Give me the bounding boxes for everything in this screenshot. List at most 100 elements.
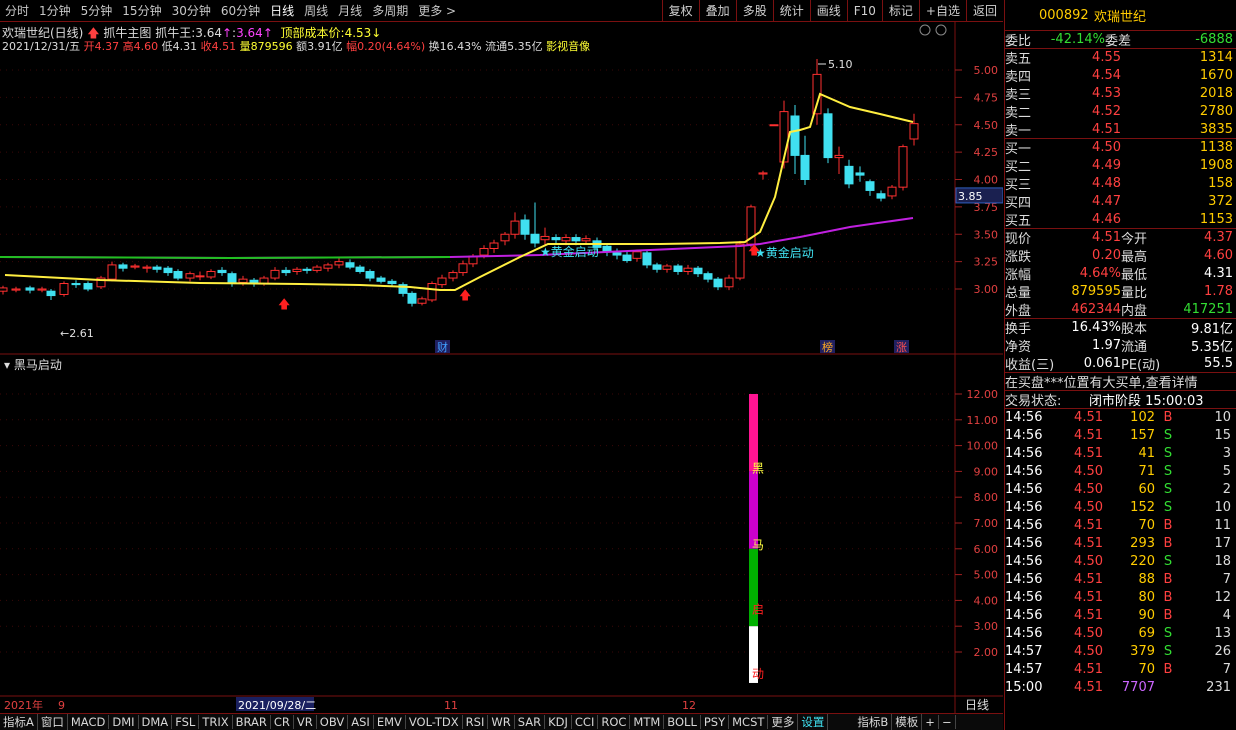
- toolbar-button-2[interactable]: 多股: [735, 0, 773, 21]
- candle: [622, 254, 632, 262]
- indicator-tab-23[interactable]: MCST: [729, 715, 769, 729]
- tick-count: 4: [1222, 607, 1231, 623]
- period-tab-2[interactable]: 5分钟: [76, 2, 118, 19]
- period-tab-6[interactable]: 日线: [265, 2, 299, 19]
- period-tab-4[interactable]: 30分钟: [167, 2, 216, 19]
- indicator-tab-24[interactable]: 更多: [768, 714, 799, 730]
- tick-side: B: [1163, 517, 1173, 533]
- tick-time: 14:57: [1005, 643, 1043, 659]
- ask-price: 4.51: [1092, 121, 1121, 137]
- toolbar-button-5[interactable]: F10: [846, 0, 882, 21]
- bid-row: 买二 4.49 1908: [1005, 156, 1236, 175]
- notice[interactable]: 在买盘***位置有大买单,查看详情: [1005, 372, 1236, 390]
- indicator-tab-11[interactable]: ASI: [348, 715, 374, 729]
- toolbar-button-7[interactable]: +自选: [918, 0, 966, 21]
- indicator-tab-27[interactable]: 模板: [892, 714, 923, 730]
- indicator-tab-22[interactable]: PSY: [701, 715, 730, 729]
- indicator-tick-label: 10.00: [967, 440, 999, 453]
- bid-label: 买一: [1005, 142, 1032, 156]
- tick-side: S: [1163, 643, 1173, 659]
- tick-count: 18: [1214, 553, 1231, 569]
- indicator-tab-10[interactable]: OBV: [317, 715, 349, 729]
- period-tab-9[interactable]: 多周期: [367, 2, 413, 19]
- indicator-tab-28[interactable]: +: [922, 715, 939, 729]
- ask-price: 4.55: [1092, 50, 1121, 65]
- indicator-tab-7[interactable]: BRAR: [233, 715, 271, 729]
- period-tab-10[interactable]: 更多 >: [413, 2, 461, 19]
- indicator-tab-5[interactable]: FSL: [172, 715, 200, 729]
- indicator-tab-13[interactable]: VOL-TDX: [406, 715, 463, 729]
- period-tab-8[interactable]: 月线: [333, 2, 367, 19]
- candle: [673, 265, 683, 272]
- indicator-tab-0[interactable]: 指标A: [0, 714, 38, 730]
- toolbar-button-3[interactable]: 统计: [772, 0, 810, 21]
- indicator-tab-12[interactable]: EMV: [374, 715, 406, 729]
- indicator-tab-1[interactable]: 窗口: [38, 714, 68, 730]
- tick-side: B: [1163, 589, 1173, 605]
- settings-icon: [919, 24, 931, 36]
- candle: [800, 154, 810, 181]
- tick-row: 14:56 4.51 157 S 15: [1005, 426, 1236, 444]
- ask-label: 卖一: [1005, 123, 1032, 139]
- indicator-tab-19[interactable]: ROC: [598, 715, 631, 729]
- indicator-tab-2[interactable]: MACD: [68, 715, 110, 729]
- bid-volume: 1908: [1199, 157, 1233, 173]
- bid-volume: 158: [1208, 175, 1233, 191]
- indicator-tab-20[interactable]: MTM: [630, 715, 665, 729]
- period-tab-3[interactable]: 15分钟: [117, 2, 166, 19]
- candle: [334, 261, 344, 266]
- indicator-tab-3[interactable]: DMI: [109, 715, 139, 729]
- stat-label: PE(动): [1121, 357, 1161, 373]
- toolbar-button-8[interactable]: 返回: [965, 0, 1003, 21]
- toolbar-button-4[interactable]: 画线: [809, 0, 847, 21]
- period-tab-0[interactable]: 分时: [0, 2, 34, 19]
- indicator-tab-29[interactable]: −: [939, 715, 956, 729]
- period-tab-5[interactable]: 60分钟: [216, 2, 265, 19]
- tick-time: 14:56: [1005, 410, 1043, 425]
- stat-label: 现价: [1005, 232, 1032, 246]
- stat-row: 净资 1.97 流通 5.35亿: [1005, 336, 1236, 355]
- indicator-tick-label: 12.00: [967, 388, 999, 401]
- tick-count: 15: [1214, 427, 1231, 443]
- period-tab-7[interactable]: 周线: [299, 2, 333, 19]
- ask-price: 4.54: [1092, 67, 1121, 83]
- tick-price: 4.51: [1074, 427, 1103, 443]
- toolbar-button-1[interactable]: 叠加: [698, 0, 736, 21]
- indicator-tab-26[interactable]: 指标B: [854, 714, 893, 730]
- bid-row: 买一 4.50 1138: [1005, 138, 1236, 156]
- tick-volume: 157: [1130, 427, 1155, 443]
- indicator-tab-15[interactable]: WR: [488, 715, 515, 729]
- toolbar-button-6[interactable]: 标记: [881, 0, 919, 21]
- indicator-tab-17[interactable]: KDJ: [545, 715, 572, 729]
- indicator-tab-9[interactable]: VR: [294, 715, 317, 729]
- toolbar-button-0[interactable]: 复权: [661, 0, 699, 21]
- indicator-tab-6[interactable]: TRIX: [199, 715, 233, 729]
- candle: [909, 123, 919, 140]
- indicator-tab-8[interactable]: CR: [271, 715, 294, 729]
- price-tick-label: 3.00: [974, 283, 999, 296]
- buy-arrow-icon: 🡅: [459, 288, 471, 302]
- candle: [376, 277, 386, 282]
- indicator-tab-4[interactable]: DMA: [139, 715, 173, 729]
- indicator-tab-16[interactable]: SAR: [515, 715, 546, 729]
- order-ratio: 委比 -42.14% 委差 -6888: [1005, 30, 1236, 48]
- status-row: 交易状态: 闭市阶段 15:00:03: [1005, 390, 1236, 408]
- indicator-tab-21[interactable]: BOLL: [664, 715, 701, 729]
- candle: [876, 193, 886, 199]
- indicator-tab-18[interactable]: CCI: [572, 715, 599, 729]
- candle: [25, 287, 35, 291]
- period-tab-1[interactable]: 1分钟: [34, 2, 76, 19]
- ask-volume: 3835: [1199, 121, 1233, 137]
- candle: [724, 277, 734, 288]
- price-chart[interactable]: 5.004.754.504.254.003.753.503.253.003.85…: [0, 22, 1003, 713]
- ask-label: 卖二: [1005, 105, 1032, 121]
- stat-label: 最低: [1121, 267, 1148, 283]
- indicator-tab-25[interactable]: 设置: [798, 714, 829, 730]
- event-marker: 榜: [822, 340, 833, 354]
- indicator-tick-label: 8.00: [974, 491, 999, 504]
- tick-row: 15:00 4.51 7707 231: [1005, 678, 1236, 696]
- tick-time: 14:56: [1005, 589, 1043, 605]
- indicator-tab-14[interactable]: RSI: [463, 715, 489, 729]
- candle: [898, 146, 908, 188]
- candle: [427, 283, 437, 301]
